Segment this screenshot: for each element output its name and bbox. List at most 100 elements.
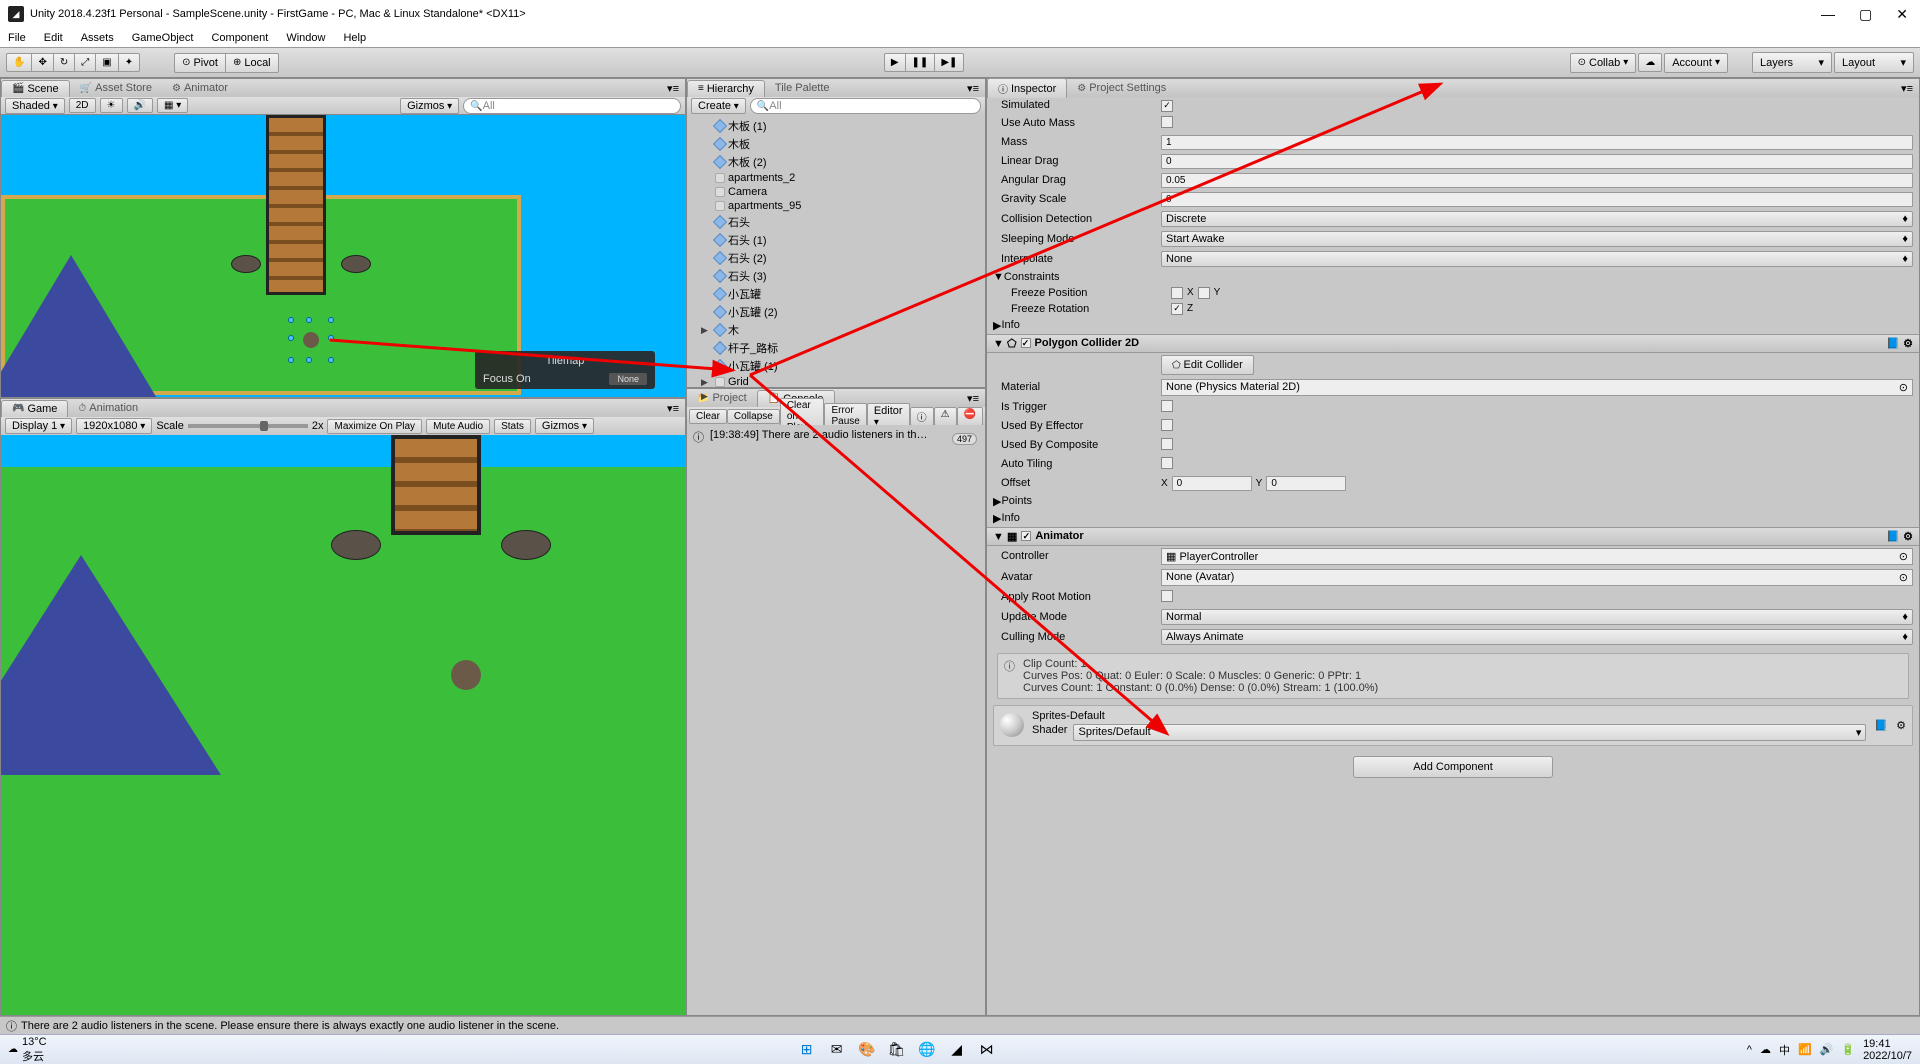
- console-panel-menu-icon[interactable]: ▾≡: [961, 392, 985, 405]
- game-view[interactable]: [1, 435, 685, 1015]
- layout-button[interactable]: Layout▾: [1834, 52, 1914, 73]
- hierarchy-item[interactable]: 石头: [687, 213, 985, 231]
- menu-component[interactable]: Component: [211, 32, 268, 44]
- material-field[interactable]: None (Physics Material 2D)⊙: [1161, 379, 1913, 396]
- help-icon[interactable]: 📘: [1874, 719, 1888, 732]
- local-button[interactable]: ⊕ Local: [225, 53, 279, 73]
- scene-search[interactable]: 🔍All: [463, 98, 681, 114]
- stats-button[interactable]: Stats: [494, 419, 531, 434]
- mass-input[interactable]: [1161, 135, 1913, 150]
- gravity-input[interactable]: [1161, 192, 1913, 207]
- edit-collider-button[interactable]: ⬠ Edit Collider: [1161, 355, 1254, 375]
- hierarchy-item[interactable]: 小瓦罐: [687, 285, 985, 303]
- hierarchy-item[interactable]: ▶木: [687, 321, 985, 339]
- freezerot-z[interactable]: ✓: [1171, 303, 1183, 315]
- game-gizmos-button[interactable]: Gizmos ▾: [535, 418, 594, 434]
- tab-animation[interactable]: ⏱ Animation: [68, 400, 148, 416]
- insp-panel-menu-icon[interactable]: ▾≡: [1895, 82, 1919, 95]
- mail-icon[interactable]: ✉: [825, 1038, 849, 1062]
- menu-assets[interactable]: Assets: [81, 32, 114, 44]
- tab-hierarchy[interactable]: ≡ Hierarchy: [687, 80, 765, 97]
- add-component-button[interactable]: Add Component: [1353, 756, 1553, 778]
- game-panel-menu-icon[interactable]: ▾≡: [661, 402, 685, 415]
- move-tool-button[interactable]: ✥: [31, 53, 52, 72]
- scene-audio-button[interactable]: 🔊: [127, 98, 153, 113]
- tab-project-settings[interactable]: ⚙ Project Settings: [1067, 80, 1176, 96]
- shader-dropdown[interactable]: Sprites/Default▾: [1073, 724, 1866, 741]
- tray-chevron-icon[interactable]: ^: [1747, 1044, 1752, 1056]
- hierarchy-item[interactable]: 木板 (2): [687, 153, 985, 171]
- freezepos-y[interactable]: [1198, 287, 1210, 299]
- maximize-button[interactable]: ▢: [1855, 6, 1876, 23]
- hierarchy-item[interactable]: 小瓦罐 (1): [687, 357, 985, 375]
- console-clear-button[interactable]: Clear: [689, 409, 727, 424]
- freezepos-x[interactable]: [1171, 287, 1183, 299]
- start-button[interactable]: ⊞: [795, 1038, 819, 1062]
- step-button[interactable]: ▶❚: [934, 53, 964, 72]
- collisiondetection-dropdown[interactable]: Discrete♦: [1161, 211, 1913, 227]
- points-foldout[interactable]: ▶: [993, 495, 1001, 508]
- weather-widget[interactable]: ☁ 13°C多云: [8, 1036, 47, 1064]
- scene-fx-button[interactable]: ▦ ▾: [157, 98, 188, 113]
- hier-panel-menu-icon[interactable]: ▾≡: [961, 82, 985, 95]
- vscode-icon[interactable]: ⋈: [975, 1038, 999, 1062]
- panel-menu-icon[interactable]: ▾≡: [661, 82, 685, 95]
- hierarchy-item[interactable]: 石头 (3): [687, 267, 985, 285]
- autotiling-checkbox[interactable]: [1161, 457, 1173, 469]
- menu-gameobject[interactable]: GameObject: [132, 32, 194, 44]
- display-dropdown[interactable]: Display 1 ▾: [5, 418, 72, 434]
- hierarchy-item[interactable]: 木板: [687, 135, 985, 153]
- menu-window[interactable]: Window: [286, 32, 325, 44]
- cullmode-dropdown[interactable]: Always Animate♦: [1161, 629, 1913, 645]
- gear-icon[interactable]: ⚙: [1896, 719, 1906, 732]
- avatar-field[interactable]: None (Avatar)⊙: [1161, 569, 1913, 586]
- console-error-filter[interactable]: ⛔: [957, 407, 983, 426]
- hierarchy-item[interactable]: 小瓦罐 (2): [687, 303, 985, 321]
- gear-icon[interactable]: ⚙: [1903, 337, 1913, 350]
- hierarchy-item[interactable]: Camera: [687, 185, 985, 199]
- console-collapse-button[interactable]: Collapse: [727, 409, 780, 424]
- hand-tool-button[interactable]: ✋: [6, 53, 31, 72]
- sleepingmode-dropdown[interactable]: Start Awake♦: [1161, 231, 1913, 247]
- tray-battery-icon[interactable]: 🔋: [1841, 1043, 1855, 1056]
- selected-object-gizmo[interactable]: [291, 320, 331, 360]
- tab-animator[interactable]: ⚙ Animator: [162, 80, 238, 96]
- hierarchy-item[interactable]: apartments_95: [687, 199, 985, 213]
- play-button[interactable]: ▶: [884, 53, 905, 72]
- menu-file[interactable]: File: [8, 32, 26, 44]
- menu-edit[interactable]: Edit: [44, 32, 63, 44]
- pivot-button[interactable]: ⊙ Pivot: [174, 53, 225, 73]
- controller-field[interactable]: ▦ PlayerController⊙: [1161, 548, 1913, 565]
- updatemode-dropdown[interactable]: Normal♦: [1161, 609, 1913, 625]
- simulated-checkbox[interactable]: ✓: [1161, 100, 1173, 112]
- edge-icon[interactable]: 🌐: [915, 1038, 939, 1062]
- angulardrag-input[interactable]: [1161, 173, 1913, 188]
- tab-project[interactable]: 📁 Project: [687, 390, 757, 406]
- hierarchy-list[interactable]: 木板 (1)木板木板 (2)apartments_2Cameraapartmen…: [687, 115, 985, 387]
- menu-help[interactable]: Help: [343, 32, 366, 44]
- maximize-on-play-button[interactable]: Maximize On Play: [327, 419, 422, 434]
- console-warn-filter[interactable]: ⚠: [934, 407, 957, 426]
- tray-clock[interactable]: 19:412022/10/7: [1863, 1038, 1912, 1062]
- offset-y-input[interactable]: [1266, 476, 1346, 491]
- shaded-dropdown[interactable]: Shaded ▾: [5, 98, 65, 114]
- minimize-button[interactable]: —: [1817, 6, 1839, 23]
- hierarchy-item[interactable]: 杆子_路标: [687, 339, 985, 357]
- tray-volume-icon[interactable]: 🔊: [1820, 1043, 1834, 1056]
- offset-x-input[interactable]: [1172, 476, 1252, 491]
- tray-wifi-icon[interactable]: 📶: [1798, 1043, 1812, 1056]
- hier-search[interactable]: 🔍All: [750, 98, 981, 114]
- useautomass-checkbox[interactable]: [1161, 116, 1173, 128]
- rect-tool-button[interactable]: ▣: [95, 53, 117, 72]
- scale-slider[interactable]: [188, 424, 308, 428]
- pause-button[interactable]: ❚❚: [905, 53, 935, 72]
- layers-button[interactable]: Layers▾: [1752, 52, 1832, 73]
- mute-audio-button[interactable]: Mute Audio: [426, 419, 490, 434]
- rotate-tool-button[interactable]: ↻: [53, 53, 74, 72]
- console-info-filter[interactable]: ⓘ: [910, 407, 934, 426]
- gear-icon[interactable]: ⚙: [1903, 530, 1913, 543]
- usedcomposite-checkbox[interactable]: [1161, 438, 1173, 450]
- scale-tool-button[interactable]: ⤢: [74, 53, 95, 72]
- hier-create-button[interactable]: Create ▾: [691, 98, 746, 114]
- hierarchy-item[interactable]: 石头 (1): [687, 231, 985, 249]
